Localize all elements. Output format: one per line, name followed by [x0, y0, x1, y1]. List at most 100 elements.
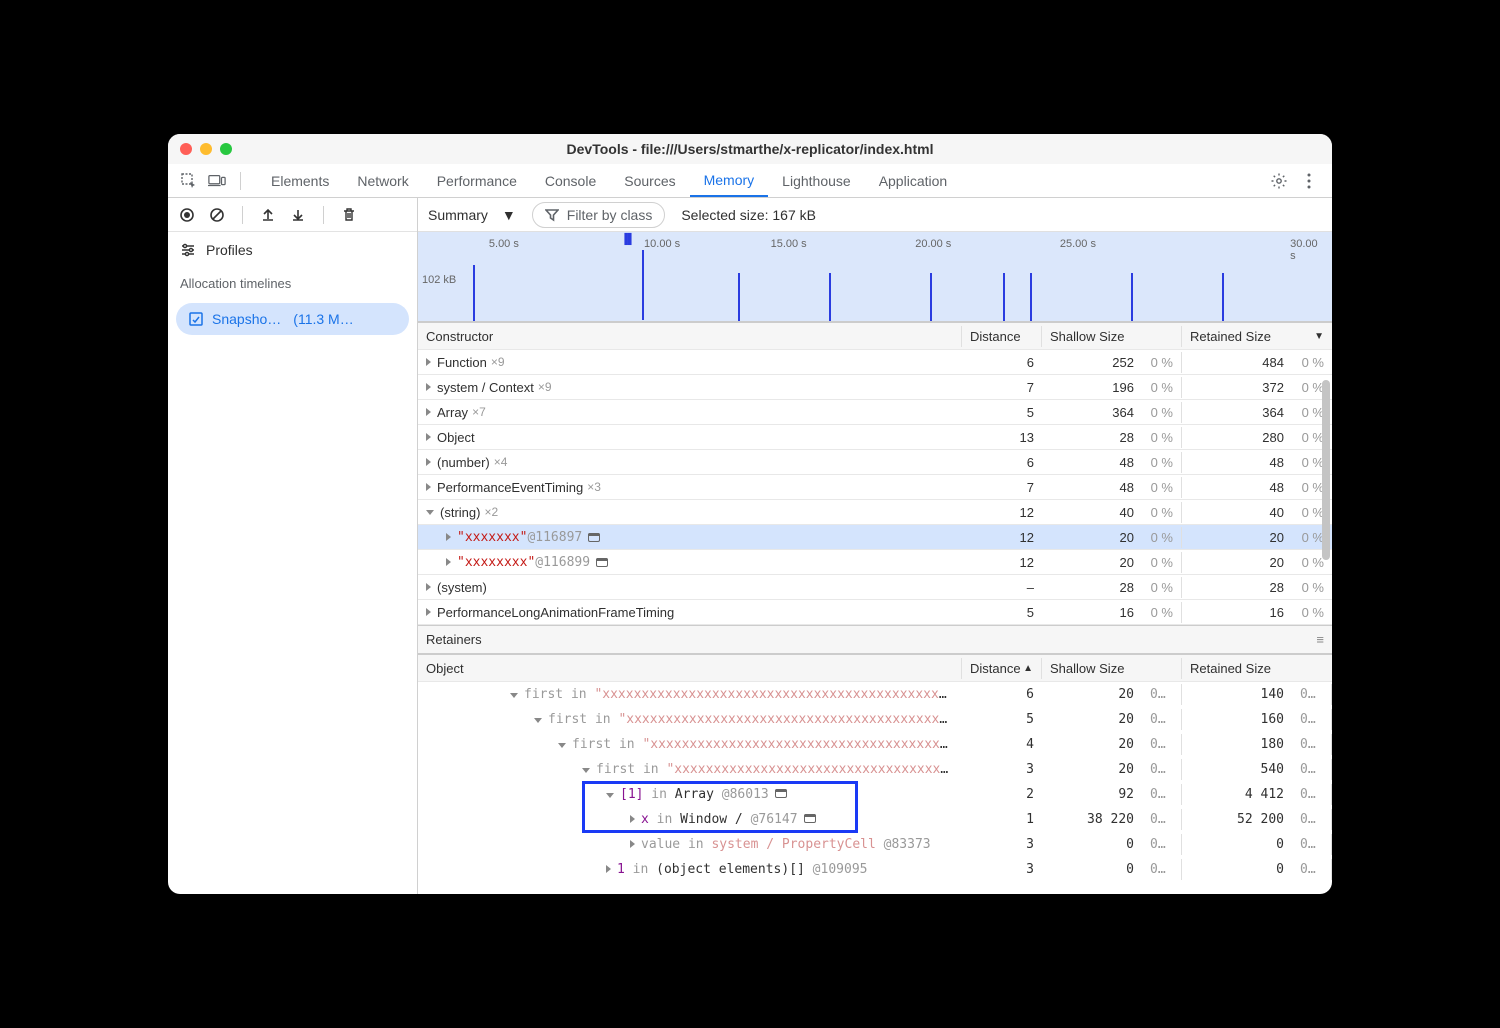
snapshot-icon [188, 311, 204, 327]
titlebar: DevTools - file:///Users/stmarthe/x-repl… [168, 134, 1332, 164]
allocation-timeline[interactable]: 5.00 s 10.00 s 15.00 s 20.00 s 25.00 s 3… [418, 232, 1332, 322]
download-icon[interactable] [289, 206, 307, 224]
retainer-row[interactable]: [1] in Array @860132920 %4 4120 % [418, 782, 1332, 807]
time-label: 15.00 s [771, 238, 807, 250]
retainer-row[interactable]: first in "xxxxxxxxxxxxxxxxxxxxxxxxxxxxxx… [418, 682, 1332, 707]
time-label: 25.00 s [1060, 238, 1096, 250]
window-title: DevTools - file:///Users/stmarthe/x-repl… [168, 141, 1332, 157]
col-object[interactable]: Object [418, 658, 962, 679]
window-icon [804, 814, 816, 823]
time-label: 5.00 s [489, 238, 519, 250]
col-distance[interactable]: Distance▲ [962, 658, 1042, 679]
highlight-box [582, 781, 858, 833]
table-row[interactable]: "xxxxxxx" @11689712200 %200 % [418, 525, 1332, 550]
class-filter-input[interactable]: Filter by class [532, 202, 666, 228]
disclosure-triangle-icon[interactable] [426, 458, 431, 466]
disclosure-triangle-icon[interactable] [582, 768, 590, 773]
constructors-table: Function×962520 %4840 %system / Context×… [418, 350, 1332, 625]
col-retained[interactable]: Retained Size [1182, 658, 1332, 679]
retainer-row[interactable]: first in "xxxxxxxxxxxxxxxxxxxxxxxxxxxxxx… [418, 757, 1332, 782]
sort-asc-icon: ▲ [1023, 663, 1033, 674]
retainers-heading: Retainers ≡ [418, 625, 1332, 654]
col-shallow[interactable]: Shallow Size [1042, 658, 1182, 679]
bracket-left-icon[interactable]: ▐▌ [621, 234, 635, 245]
snapshot-name: Snapsho… [212, 311, 281, 327]
selected-size: Selected size: 167 kB [681, 207, 816, 223]
time-label: 20.00 s [915, 238, 951, 250]
retainer-row[interactable]: first in "xxxxxxxxxxxxxxxxxxxxxxxxxxxxxx… [418, 732, 1332, 757]
snapshot-item[interactable]: Snapsho… (11.3 M… [176, 303, 409, 335]
retainers-menu-icon[interactable]: ≡ [1316, 632, 1324, 647]
gear-icon[interactable] [1270, 172, 1288, 190]
disclosure-triangle-icon[interactable] [426, 483, 431, 491]
scrollbar-thumb[interactable] [1322, 380, 1330, 560]
record-icon[interactable] [178, 206, 196, 224]
window-icon [588, 533, 600, 542]
col-constructor[interactable]: Constructor [418, 326, 962, 347]
disclosure-triangle-icon[interactable] [446, 558, 451, 566]
table-row[interactable]: Array×753640 %3640 % [418, 400, 1332, 425]
disclosure-triangle-icon[interactable] [426, 433, 431, 441]
profiles-heading: Profiles [168, 232, 417, 268]
inspect-icon[interactable] [180, 172, 198, 190]
snapshot-size: (11.3 M… [293, 311, 353, 327]
retainer-row[interactable]: first in "xxxxxxxxxxxxxxxxxxxxxxxxxxxxxx… [418, 707, 1332, 732]
tab-lighthouse[interactable]: Lighthouse [768, 164, 865, 197]
tab-performance[interactable]: Performance [423, 164, 531, 197]
tabs-bar: Elements Network Performance Console Sou… [168, 164, 1332, 198]
disclosure-triangle-icon[interactable] [426, 358, 431, 366]
trash-icon[interactable] [340, 206, 358, 224]
profiles-label: Profiles [206, 242, 253, 258]
time-label: 10.00 s [644, 238, 680, 250]
clear-icon[interactable] [208, 206, 226, 224]
table-row[interactable]: PerformanceLongAnimationFrameTiming5160 … [418, 600, 1332, 625]
main-panel: Summary ▼ Filter by class Selected size:… [418, 198, 1332, 894]
retainer-row[interactable]: value in system / PropertyCell @83373300… [418, 832, 1332, 857]
more-icon[interactable] [1300, 172, 1318, 190]
disclosure-triangle-icon[interactable] [606, 865, 611, 873]
table-row[interactable]: (string)×212400 %400 % [418, 500, 1332, 525]
table-row[interactable]: system / Context×971960 %3720 % [418, 375, 1332, 400]
col-distance[interactable]: Distance [962, 326, 1042, 347]
device-icon[interactable] [208, 172, 226, 190]
filter-icon [545, 208, 559, 222]
sidebar: Profiles Allocation timelines Snapsho… (… [168, 198, 418, 894]
disclosure-triangle-icon[interactable] [426, 510, 434, 515]
table-row[interactable]: (system)–280 %280 % [418, 575, 1332, 600]
sort-desc-icon: ▼ [1314, 331, 1324, 342]
table-row[interactable]: (number)×46480 %480 % [418, 450, 1332, 475]
table-row[interactable]: Function×962520 %4840 % [418, 350, 1332, 375]
col-retained[interactable]: Retained Size▼ [1182, 326, 1332, 347]
filter-bar: Summary ▼ Filter by class Selected size:… [418, 198, 1332, 232]
constructors-header: Constructor Distance Shallow Size Retain… [418, 322, 1332, 350]
tab-sources[interactable]: Sources [610, 164, 689, 197]
table-row[interactable]: PerformanceEventTiming×37480 %480 % [418, 475, 1332, 500]
disclosure-triangle-icon[interactable] [630, 840, 635, 848]
disclosure-triangle-icon[interactable] [510, 693, 518, 698]
disclosure-triangle-icon[interactable] [426, 583, 431, 591]
time-label: 30.00 s [1290, 238, 1318, 262]
disclosure-triangle-icon[interactable] [426, 408, 431, 416]
panel-tabs: Elements Network Performance Console Sou… [257, 164, 961, 197]
tab-memory[interactable]: Memory [690, 164, 769, 197]
retainer-row[interactable]: 1 in (object elements)[] @109095300 %00 … [418, 857, 1332, 882]
retainer-row[interactable]: x in Window / @76147138 2200 %52 2000 % [418, 807, 1332, 832]
col-shallow[interactable]: Shallow Size [1042, 326, 1182, 347]
tab-elements[interactable]: Elements [257, 164, 343, 197]
summary-dropdown[interactable]: Summary ▼ [428, 207, 516, 223]
table-row[interactable]: "xxxxxxxx" @11689912200 %200 % [418, 550, 1332, 575]
upload-icon[interactable] [259, 206, 277, 224]
tab-application[interactable]: Application [865, 164, 962, 197]
sliders-icon [180, 243, 196, 257]
tab-console[interactable]: Console [531, 164, 610, 197]
window-icon [596, 558, 608, 567]
table-row[interactable]: Object13280 %2800 % [418, 425, 1332, 450]
retainers-header: Object Distance▲ Shallow Size Retained S… [418, 654, 1332, 682]
disclosure-triangle-icon[interactable] [446, 533, 451, 541]
disclosure-triangle-icon[interactable] [426, 383, 431, 391]
disclosure-triangle-icon[interactable] [426, 608, 431, 616]
disclosure-triangle-icon[interactable] [534, 718, 542, 723]
disclosure-triangle-icon[interactable] [558, 743, 566, 748]
devtools-window: DevTools - file:///Users/stmarthe/x-repl… [168, 134, 1332, 894]
tab-network[interactable]: Network [343, 164, 422, 197]
